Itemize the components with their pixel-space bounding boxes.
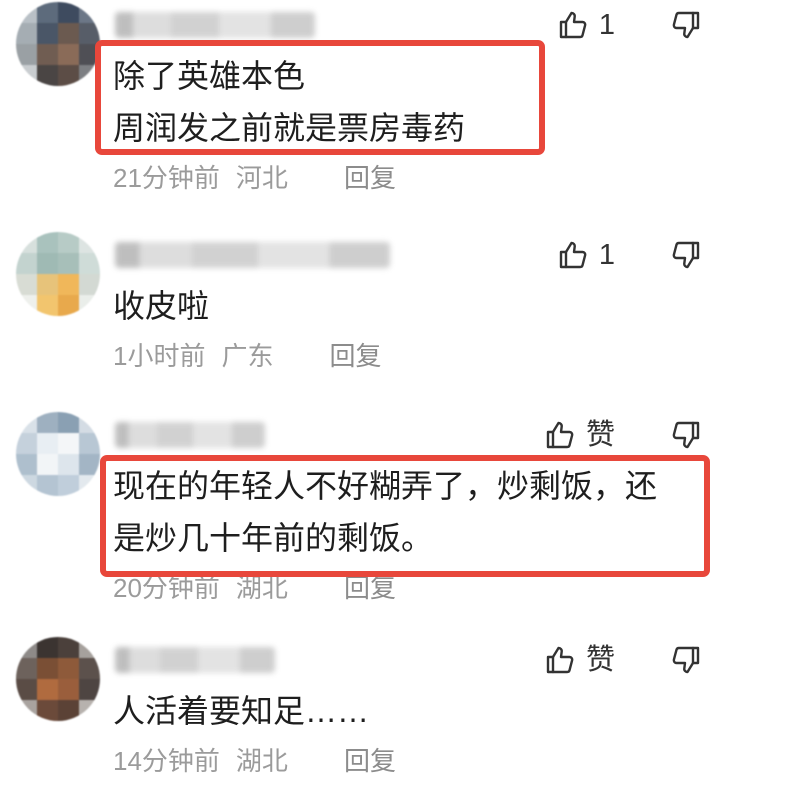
comment-text-line: 收皮啦 — [113, 288, 210, 324]
comment-text-line: 是炒几十年前的剩饭。 — [113, 520, 434, 556]
comment-location: 湖北 — [235, 746, 288, 776]
dislike-button[interactable] — [670, 239, 702, 271]
comment-list: 1 除了英雄本色 周润发之前就是票房毒药 21分钟前 河北 回复 1 收皮啦 1… — [0, 0, 786, 791]
thumbs-down-icon — [672, 11, 700, 39]
comment-meta: 1小时前 广东 回复 — [113, 332, 786, 380]
comment-text: 现在的年轻人不好糊弄了，炒剩饭，还 是炒几十年前的剩饭。 — [113, 460, 786, 564]
comment-actions: 赞 — [544, 644, 702, 676]
like-button[interactable]: 1 — [557, 239, 615, 271]
thumbs-up-icon — [559, 241, 587, 269]
comment-location: 广东 — [221, 341, 274, 371]
comment-header: 赞 — [115, 635, 786, 685]
comment-meta: 14分钟前 湖北 回复 — [113, 737, 786, 785]
comment-item: 赞 现在的年轻人不好糊弄了，炒剩饭，还 是炒几十年前的剩饭。 20分钟前 湖北 — [0, 410, 786, 612]
like-count: 1 — [598, 9, 615, 41]
like-count: 1 — [598, 239, 615, 271]
username-blurred[interactable] — [115, 647, 275, 673]
comment-actions: 1 — [557, 9, 702, 41]
comment-time: 20分钟前 — [113, 573, 220, 603]
comment-actions: 赞 — [544, 419, 702, 451]
username-blurred[interactable] — [115, 422, 265, 448]
comment-location: 河北 — [235, 163, 288, 193]
comment-text-line: 除了英雄本色 — [113, 58, 306, 94]
thumbs-up-icon — [546, 421, 574, 449]
reply-button[interactable]: 回复 — [344, 737, 396, 785]
like-label: 赞 — [585, 644, 615, 676]
comment-meta: 21分钟前 河北 回复 — [113, 154, 786, 202]
comment-item: 1 除了英雄本色 周润发之前就是票房毒药 21分钟前 河北 回复 — [0, 0, 786, 202]
like-button[interactable]: 赞 — [544, 419, 615, 451]
comment-meta: 20分钟前 湖北 回复 — [113, 564, 786, 612]
dislike-button[interactable] — [670, 419, 702, 451]
comment-header: 1 — [115, 0, 786, 50]
comment-text-line: 现在的年轻人不好糊弄了，炒剩饭，还 — [113, 468, 658, 504]
comment-time: 21分钟前 — [113, 163, 220, 193]
reply-button[interactable]: 回复 — [344, 564, 396, 612]
thumbs-up-icon — [546, 646, 574, 674]
avatar[interactable] — [16, 637, 100, 721]
like-button[interactable]: 1 — [557, 9, 615, 41]
like-label: 赞 — [585, 419, 615, 451]
comment-text: 除了英雄本色 周润发之前就是票房毒药 — [113, 50, 786, 154]
avatar[interactable] — [16, 232, 100, 316]
comment-header: 赞 — [115, 410, 786, 460]
comment-text-line: 人活着要知足…… — [113, 693, 370, 729]
dislike-button[interactable] — [670, 9, 702, 41]
comment-item: 1 收皮啦 1小时前 广东 回复 — [0, 230, 786, 380]
reply-button[interactable]: 回复 — [329, 332, 381, 380]
reply-button[interactable]: 回复 — [344, 154, 396, 202]
thumbs-down-icon — [672, 646, 700, 674]
comment-text: 人活着要知足…… — [113, 685, 786, 737]
dislike-button[interactable] — [670, 644, 702, 676]
username-blurred[interactable] — [115, 242, 390, 268]
comment-text: 收皮啦 — [113, 280, 786, 332]
comment-time: 1小时前 — [113, 341, 206, 371]
avatar[interactable] — [16, 2, 100, 86]
thumbs-down-icon — [672, 421, 700, 449]
comment-time: 14分钟前 — [113, 746, 220, 776]
username-blurred[interactable] — [115, 12, 315, 38]
like-button[interactable]: 赞 — [544, 644, 615, 676]
comment-text-line: 周润发之前就是票房毒药 — [113, 110, 466, 146]
thumbs-down-icon — [672, 241, 700, 269]
avatar[interactable] — [16, 412, 100, 496]
comment-item: 赞 人活着要知足…… 14分钟前 湖北 回复 — [0, 635, 786, 785]
thumbs-up-icon — [559, 11, 587, 39]
comment-header: 1 — [115, 230, 786, 280]
comment-actions: 1 — [557, 239, 702, 271]
comment-location: 湖北 — [235, 573, 288, 603]
